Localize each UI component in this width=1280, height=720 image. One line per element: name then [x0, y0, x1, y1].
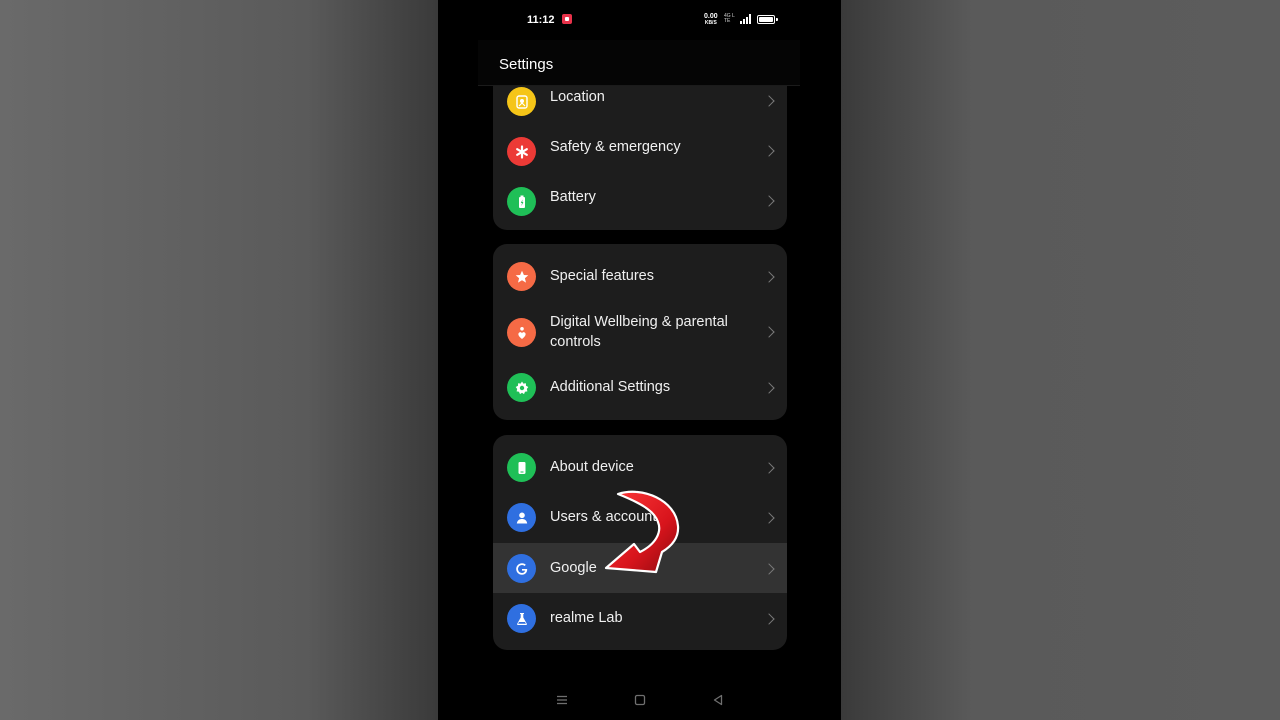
- settings-item-about-device[interactable]: About device: [493, 442, 787, 492]
- settings-item-battery[interactable]: Battery: [493, 176, 787, 226]
- settings-item-label: Special features: [550, 268, 654, 284]
- chevron-right-icon: [763, 326, 775, 338]
- chevron-right-icon: [763, 613, 775, 625]
- signal-icon: [740, 14, 752, 24]
- chevron-right-icon: [763, 512, 775, 524]
- network-speed: 0.00 KB/S: [704, 13, 718, 27]
- background-right: [841, 0, 1280, 720]
- settings-item-safety[interactable]: Safety & emergency: [493, 126, 787, 176]
- chevron-right-icon: [763, 271, 775, 283]
- screen-record-icon: [562, 14, 572, 24]
- status-time: 11:12: [527, 14, 555, 26]
- google-icon: [507, 554, 536, 583]
- settings-item-digital-wellbeing[interactable]: Digital Wellbeing & parental controls: [493, 300, 787, 364]
- settings-item-label: About device: [550, 459, 634, 475]
- settings-group-2: Special features Digital Wellbeing & par…: [493, 244, 787, 420]
- red-arrow-icon: [600, 488, 690, 580]
- chevron-right-icon: [763, 563, 775, 575]
- page-title: Settings: [499, 56, 554, 73]
- settings-item-label: Additional Settings: [550, 379, 671, 395]
- chevron-right-icon: [763, 145, 775, 157]
- asterisk-icon: [507, 137, 536, 166]
- navigation-bar: [478, 680, 800, 720]
- network-speed-unit: KB/S: [704, 20, 717, 26]
- settings-item-label: Location: [550, 89, 605, 105]
- settings-item-location[interactable]: Location: [493, 86, 787, 126]
- background-left: [0, 0, 438, 720]
- home-icon[interactable]: [632, 692, 648, 708]
- settings-item-label: realme Lab: [550, 610, 623, 626]
- network-type: 4G LTE: [724, 13, 735, 24]
- settings-screen: 11:12 0.00 KB/S 4G LTE Settings Location…: [478, 0, 800, 720]
- settings-group-1: Location Safety & emergency Battery: [493, 86, 787, 230]
- settings-item-additional-settings[interactable]: Additional Settings: [493, 364, 787, 414]
- flask-icon: [507, 604, 536, 633]
- star-icon: [507, 262, 536, 291]
- chevron-right-icon: [763, 382, 775, 394]
- phone-screen: 11:12 0.00 KB/S 4G LTE Settings Location…: [438, 0, 841, 720]
- settings-list[interactable]: Location Safety & emergency Battery Spec…: [478, 86, 800, 680]
- settings-item-label: Battery: [550, 189, 596, 205]
- chevron-right-icon: [763, 95, 775, 107]
- back-icon[interactable]: [710, 692, 726, 708]
- chevron-right-icon: [763, 195, 775, 207]
- phone-icon: [507, 453, 536, 482]
- settings-item-label: Safety & emergency: [550, 139, 681, 155]
- settings-item-special-features[interactable]: Special features: [493, 252, 787, 300]
- settings-item-label: Digital Wellbeing & parental controls: [550, 314, 728, 350]
- app-header: Settings: [478, 40, 800, 86]
- wellbeing-icon: [507, 318, 536, 347]
- settings-item-realme-lab[interactable]: realme Lab: [493, 593, 787, 643]
- battery-icon: [507, 187, 536, 216]
- network-speed-value: 0.00: [704, 13, 718, 20]
- user-icon: [507, 503, 536, 532]
- gear-icon: [507, 373, 536, 402]
- battery-status-icon: [757, 15, 778, 24]
- menu-icon[interactable]: [554, 692, 570, 708]
- chevron-right-icon: [763, 462, 775, 474]
- status-bar: 11:12 0.00 KB/S 4G LTE: [478, 0, 800, 40]
- location-icon: [507, 87, 536, 116]
